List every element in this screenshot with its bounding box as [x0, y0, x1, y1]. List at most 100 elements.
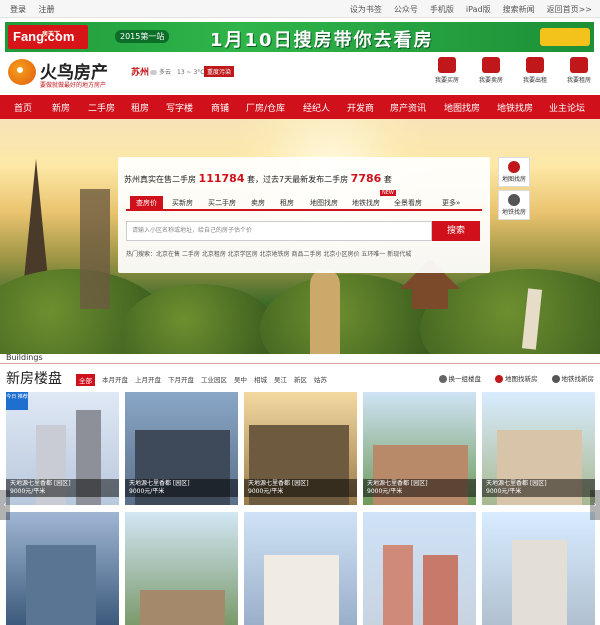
tab-panorama[interactable]: 全景看房: [394, 198, 422, 208]
nav-office[interactable]: 写字楼: [166, 101, 193, 114]
listing-card[interactable]: 天地源七里香都 [园区] 9000元/平米: [244, 392, 357, 505]
search-news-link[interactable]: 搜索新闻: [503, 4, 535, 15]
nav-rent[interactable]: 租房: [131, 101, 149, 114]
filter-new-district[interactable]: 新区: [294, 374, 307, 386]
nav-map-search[interactable]: 地图找房: [444, 101, 480, 114]
pollution-badge: 重度污染: [204, 66, 235, 77]
site-header: 火鸟房产 要做就做最好的地方房产 苏州 多云 13 ~ 3°C 重度污染 我要买…: [0, 55, 600, 93]
main-nav: 首页 新房 二手房 租房 写字楼 商铺 厂房/仓库 经纪人 开发商 房产资讯 地…: [0, 95, 600, 119]
building-image: [26, 545, 96, 625]
filter-wuzhong[interactable]: 吴中: [234, 374, 247, 386]
quick-label: 我要买房: [434, 77, 459, 84]
metro-icon: [508, 194, 520, 206]
listing-card[interactable]: [125, 512, 238, 625]
quick-sell-house[interactable]: 我要卖房: [474, 57, 508, 84]
filter-xiangcheng[interactable]: 相城: [254, 374, 267, 386]
search-stats: 苏州真实在售二手房 111784 套，过去7天最新发布二手房 7786 套: [124, 172, 392, 185]
quick-label: 我要出租: [522, 77, 547, 84]
side-label: 地铁找房: [501, 209, 526, 216]
quick-buy-house[interactable]: 我要买房: [430, 57, 464, 84]
rent-out-icon: [526, 57, 544, 73]
nav-news[interactable]: 房产资讯: [390, 101, 426, 114]
filter-wujiang[interactable]: 吴江: [274, 374, 287, 386]
building-image: [264, 555, 339, 625]
listing-name: 天地源七里香都 [园区]: [248, 480, 309, 487]
stats-mid: 套，过去7天最新发布二手房: [247, 175, 349, 184]
listing-card[interactable]: [244, 512, 357, 625]
listing-card[interactable]: 天地源七里香都 [园区] 9000元/平米: [363, 392, 476, 505]
filter-next-month[interactable]: 下月开盘: [168, 374, 194, 386]
listing-card[interactable]: [482, 512, 595, 625]
nav-agents[interactable]: 经纪人: [303, 101, 330, 114]
wechat-link[interactable]: 公众号: [394, 4, 418, 15]
ipad-link[interactable]: iPad版: [466, 4, 491, 15]
nav-home[interactable]: 首页: [14, 101, 32, 114]
quick-rent-out[interactable]: 我要出租: [518, 57, 552, 84]
nav-forum[interactable]: 业主论坛: [549, 101, 585, 114]
nav-shops[interactable]: 商铺: [211, 101, 229, 114]
bookmark-link[interactable]: 设为书签: [350, 4, 382, 15]
city-selector[interactable]: 苏州: [131, 65, 149, 78]
listing-caption: 天地源七里香都 [园区] 9000元/平米: [6, 479, 119, 497]
stats-prefix: 苏州真实在售二手房: [124, 175, 196, 184]
tab-metro[interactable]: 地铁找房: [352, 198, 380, 208]
burj-arab-image: [310, 269, 340, 354]
listing-card[interactable]: 天地源七里香都 [园区] 9000元/平米: [125, 392, 238, 505]
building-image: [383, 545, 413, 625]
hot-searches[interactable]: 热门搜索：北京在售 二手房 北京租房 北京学区房 北京地铁房 商品二手房 北京小…: [126, 249, 411, 258]
tab-more[interactable]: 更多»: [442, 198, 460, 208]
listing-caption: 天地源七里香都 [园区] 9000元/平米: [244, 479, 357, 497]
filter-this-month[interactable]: 本月开盘: [102, 374, 128, 386]
skyscraper-image: [80, 189, 110, 309]
weather-text: 多云 13 ~ 3°C: [159, 69, 205, 76]
ad-headline: 1月10日搜房带你去看房: [210, 30, 434, 51]
building-image: [512, 540, 567, 625]
listing-card[interactable]: [6, 512, 119, 625]
search-input[interactable]: 请输入小区名称或地址，给自己的房子估个价: [126, 221, 432, 241]
filter-all[interactable]: 全部: [76, 374, 95, 386]
search-panel: 苏州真实在售二手房 111784 套，过去7天最新发布二手房 7786 套 查房…: [118, 157, 490, 273]
tab-price-check[interactable]: 查房价: [130, 196, 163, 210]
stats-suffix: 套: [383, 175, 392, 184]
search-button[interactable]: 搜索: [432, 221, 480, 241]
filter-gusu[interactable]: 姑苏: [314, 374, 327, 386]
tab-map[interactable]: 地图找房: [310, 198, 338, 208]
nav-new-house[interactable]: 新房: [52, 101, 70, 114]
nav-developers[interactable]: 开发商: [347, 101, 374, 114]
nav-factory[interactable]: 厂房/仓库: [246, 101, 285, 114]
nav-second-hand[interactable]: 二手房: [88, 101, 115, 114]
listing-name: 天地源七里香都 [园区]: [367, 480, 428, 487]
listing-card[interactable]: 今日 推荐 天地源七里香都 [园区] 9000元/平米: [6, 392, 119, 505]
metro-new-button[interactable]: 地铁找新房: [551, 373, 594, 383]
carousel-next-button[interactable]: ›: [590, 490, 600, 520]
login-link[interactable]: 登录: [10, 5, 26, 14]
new-badge: NEW: [380, 190, 396, 196]
mobile-link[interactable]: 手机版: [430, 4, 454, 15]
listing-card[interactable]: [363, 512, 476, 625]
listing-card[interactable]: 天地源七里香都 [园区] 9000元/平米: [482, 392, 595, 505]
register-link[interactable]: 注册: [39, 5, 55, 14]
filter-industrial-park[interactable]: 工业园区: [201, 374, 227, 386]
map-search-button[interactable]: 地图找房: [498, 157, 530, 187]
tab-buy-second[interactable]: 买二手房: [208, 198, 236, 208]
quick-label: 我要卖房: [478, 77, 503, 84]
tab-buy-new[interactable]: 买新房: [172, 198, 193, 208]
nav-metro-search[interactable]: 地铁找房: [497, 101, 533, 114]
section-en-title: Buildings: [6, 353, 43, 362]
section-divider: [0, 363, 600, 364]
listing-price: 9000元/平米: [10, 488, 46, 495]
listing-price: 9000元/平米: [248, 488, 284, 495]
fang-logo-small: 房天下: [42, 32, 61, 38]
filter-last-month[interactable]: 上月开盘: [135, 374, 161, 386]
tab-rent[interactable]: 租房: [280, 198, 294, 208]
quick-rent-house[interactable]: 我要租房: [562, 57, 596, 84]
refresh-button[interactable]: 换一组楼盘: [438, 373, 481, 383]
tab-sell[interactable]: 卖房: [251, 198, 265, 208]
metro-search-button[interactable]: 地铁找房: [498, 190, 530, 220]
map-new-button[interactable]: 地图找新房: [495, 373, 538, 383]
ad-banner[interactable]: 房天下 Fang.com 2015第一站 1月10日搜房带你去看房: [5, 22, 594, 52]
home-link[interactable]: 返回首页>>: [547, 4, 592, 15]
listing-name: 天地源七里香都 [园区]: [129, 480, 190, 487]
bird-logo-icon[interactable]: [8, 59, 36, 85]
carousel-prev-button[interactable]: ‹: [0, 490, 10, 520]
